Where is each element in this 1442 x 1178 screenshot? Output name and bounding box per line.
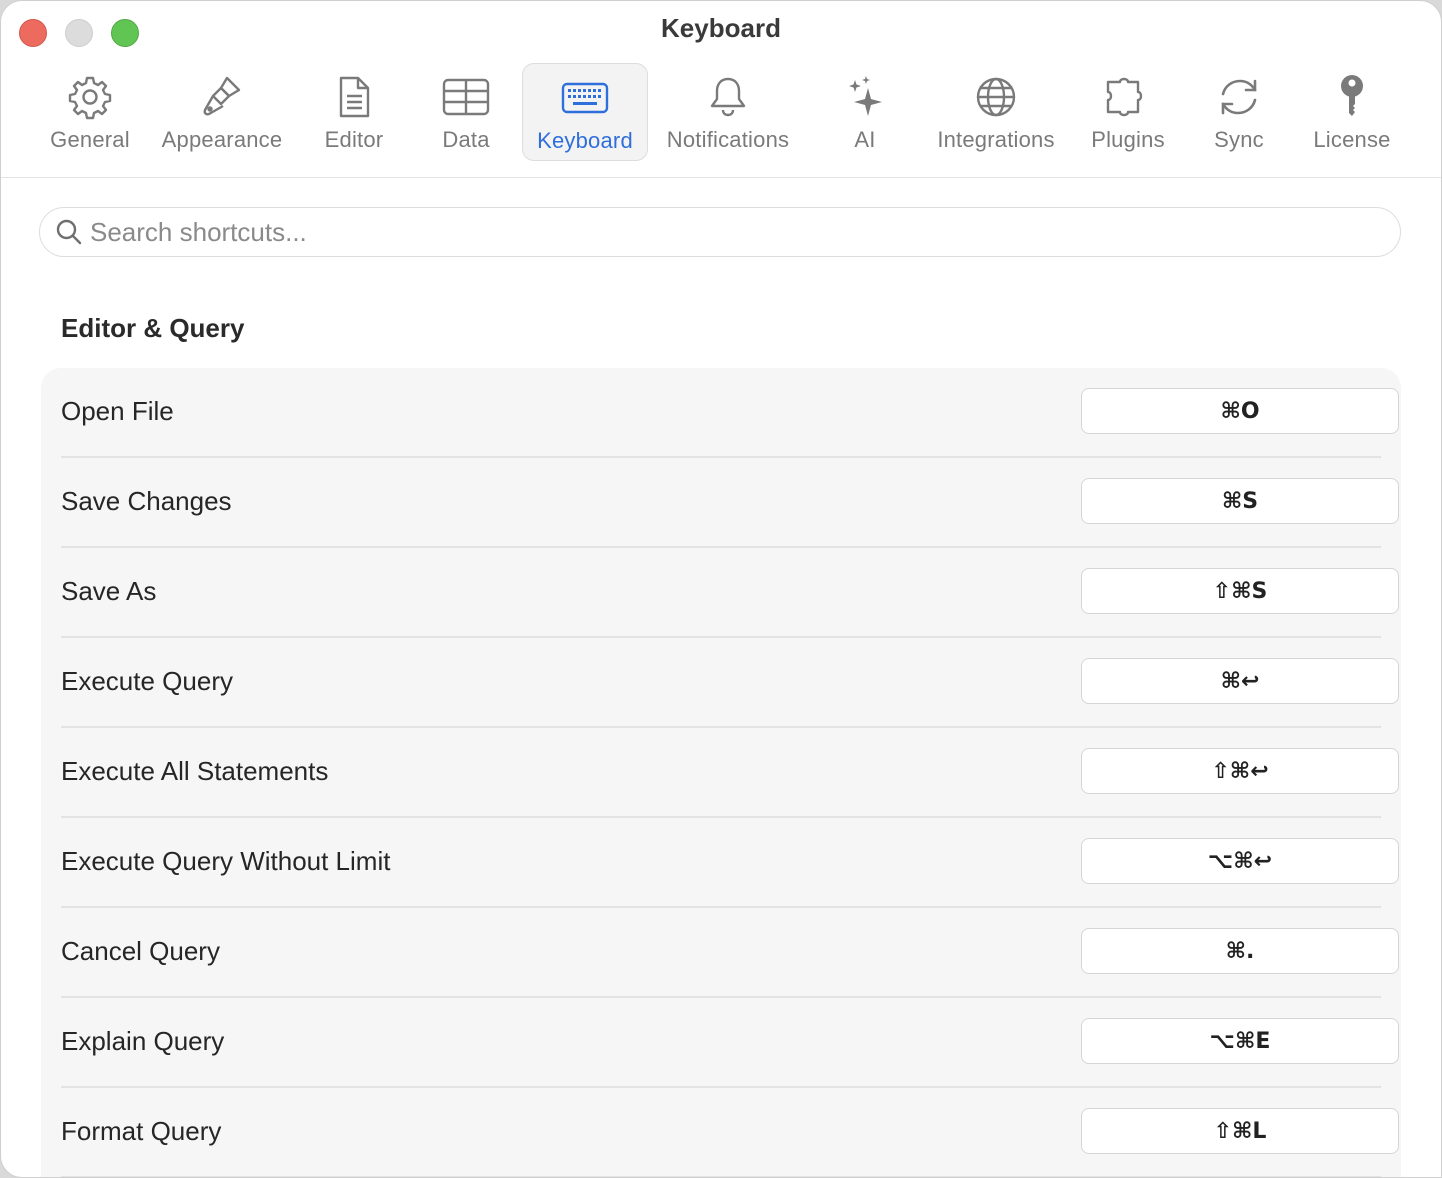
shortcut-row: Explain Query ⌥⌘E [61, 998, 1399, 1088]
search-input[interactable] [88, 215, 1292, 249]
tab-keyboard[interactable]: Keyboard [522, 63, 648, 161]
shortcut-row: Cancel Query ⌘. [61, 908, 1399, 998]
tab-license[interactable]: License [1307, 63, 1397, 161]
shortcut-name: Execute Query Without Limit [61, 846, 391, 876]
tab-general[interactable]: General [41, 63, 139, 161]
shortcut-recorder[interactable]: ⌘↩ [1081, 658, 1399, 704]
keyboard-icon [555, 72, 615, 124]
shortcut-row: Execute Query Without Limit ⌥⌘↩ [61, 818, 1399, 908]
search-icon [54, 217, 84, 247]
tab-label: AI [854, 127, 876, 152]
shortcuts-list: Open File ⌘O Save Changes ⌘S Save As ⇧⌘S… [41, 368, 1401, 1177]
shortcut-name: Cancel Query [61, 936, 220, 966]
shortcut-row: Open File ⌘O [61, 368, 1399, 458]
shortcut-name: Execute Query [61, 666, 233, 696]
gear-icon [60, 71, 120, 123]
tab-editor[interactable]: Editor [311, 63, 397, 161]
tab-label: Notifications [666, 127, 790, 152]
shortcut-row: Execute Query ⌘↩ [61, 638, 1399, 728]
paintbrush-icon [192, 71, 252, 123]
shortcut-row: Save As ⇧⌘S [61, 548, 1399, 638]
bell-icon [698, 71, 758, 123]
shortcut-name: Execute All Statements [61, 756, 329, 786]
key-icon [1322, 71, 1382, 123]
window-title: Keyboard [661, 13, 781, 43]
tab-label: Appearance [161, 127, 283, 152]
tab-plugins[interactable]: Plugins [1085, 63, 1171, 161]
settings-window: Keyboard General Appearance Editor Data … [0, 0, 1442, 1178]
shortcut-row: Execute All Statements ⇧⌘↩ [61, 728, 1399, 818]
shortcut-name: Save As [61, 576, 157, 606]
shortcut-recorder[interactable]: ⌘S [1081, 478, 1399, 524]
globe-icon [966, 71, 1026, 123]
tab-data[interactable]: Data [421, 63, 511, 161]
puzzle-icon [1098, 71, 1158, 123]
shortcut-row: Save Changes ⌘S [61, 458, 1399, 548]
sparkles-icon [835, 71, 895, 123]
shortcut-recorder[interactable]: ⇧⌘L [1081, 1108, 1399, 1154]
table-icon [436, 71, 496, 123]
tab-sync[interactable]: Sync [1203, 63, 1275, 161]
tab-label: Sync [1214, 127, 1264, 152]
shortcut-name: Format Query [61, 1116, 222, 1146]
tab-notifications[interactable]: Notifications [657, 63, 799, 161]
shortcut-recorder[interactable]: ⌘. [1081, 928, 1399, 974]
tab-label: Data [442, 127, 490, 152]
tab-label: Editor [324, 127, 384, 152]
section-title: Editor & Query [61, 313, 245, 343]
shortcut-name: Save Changes [61, 486, 232, 516]
shortcut-name: Open File [61, 396, 174, 426]
tab-label: License [1313, 127, 1391, 152]
shortcut-name: Explain Query [61, 1026, 225, 1056]
tab-label: Plugins [1091, 127, 1165, 152]
document-icon [324, 71, 384, 123]
shortcut-recorder[interactable]: ⌥⌘↩ [1081, 838, 1399, 884]
tab-label: Keyboard [537, 128, 633, 153]
settings-tab-bar: General Appearance Editor Data Keyboard … [1, 63, 1441, 177]
tab-integrations[interactable]: Integrations [929, 63, 1063, 161]
shortcut-row: Format Query ⇧⌘L [61, 1088, 1399, 1177]
shortcut-recorder[interactable]: ⌘O [1081, 388, 1399, 434]
sync-icon [1209, 71, 1269, 123]
shortcut-recorder[interactable]: ⌥⌘E [1081, 1018, 1399, 1064]
tab-label: Integrations [937, 127, 1055, 152]
title-bar: Keyboard [1, 1, 1441, 57]
tab-appearance[interactable]: Appearance [155, 63, 289, 161]
tab-ai[interactable]: AI [835, 63, 895, 161]
shortcut-recorder[interactable]: ⇧⌘S [1081, 568, 1399, 614]
search-field[interactable] [39, 207, 1401, 257]
toolbar-divider [1, 177, 1441, 178]
shortcut-recorder[interactable]: ⇧⌘↩ [1081, 748, 1399, 794]
tab-label: General [50, 127, 130, 152]
